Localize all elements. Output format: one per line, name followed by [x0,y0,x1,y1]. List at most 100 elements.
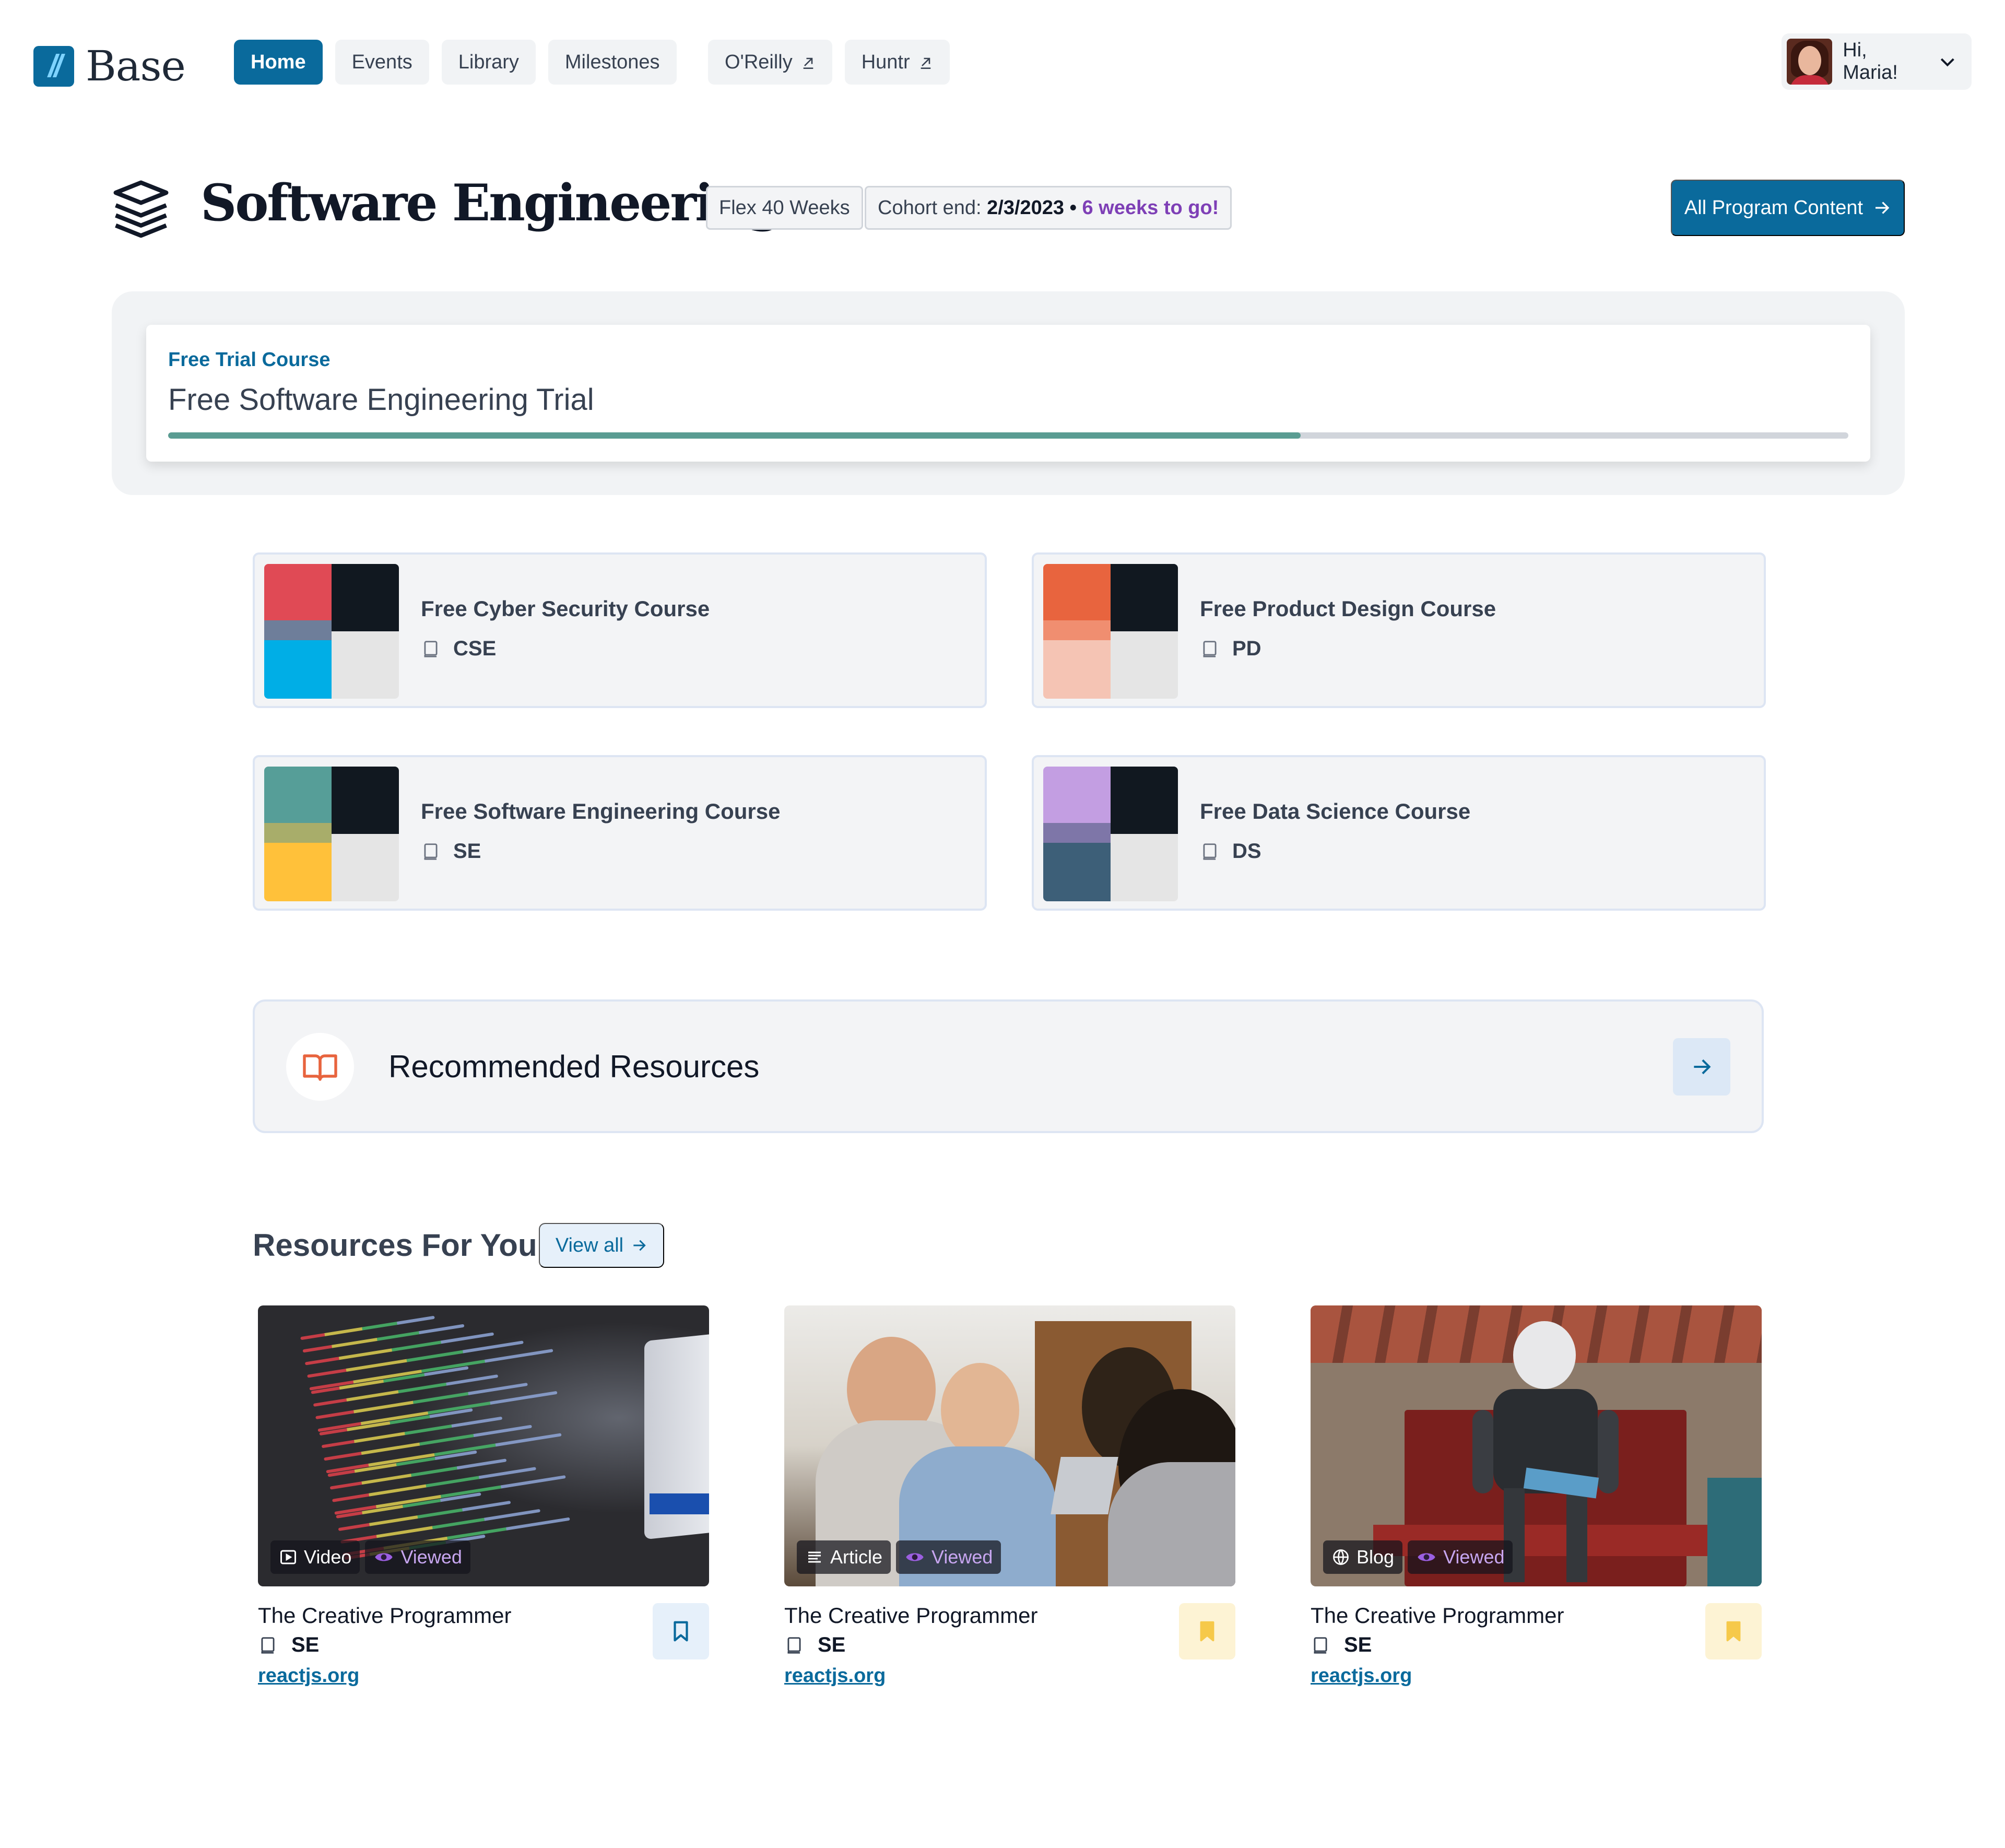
resource-card[interactable]: Blog Viewed The Creative Programmer SE r… [1311,1305,1762,1702]
resource-link[interactable]: reactjs.org [784,1665,886,1687]
resource-code: SE [1344,1633,1372,1656]
resource-badges: Article Viewed [797,1540,1001,1574]
resource-type-label: Video [304,1546,352,1568]
resource-badges: Video Viewed [270,1540,470,1574]
cohort-separator: • [1064,196,1082,219]
bookmark-button[interactable] [1179,1603,1235,1659]
top-nav: // Base Home Events Library Milestones O… [0,0,2005,125]
view-all-button[interactable]: View all [539,1223,664,1268]
bookmark-icon [1721,1619,1745,1643]
trial-panel: Free Trial Course Free Software Engineer… [112,291,1905,495]
resource-link[interactable]: reactjs.org [258,1665,359,1687]
resource-title[interactable]: The Creative Programmer [258,1603,511,1628]
nav-milestones[interactable]: Milestones [548,40,677,85]
resource-title[interactable]: The Creative Programmer [1311,1603,1564,1628]
nav-oreilly-link[interactable]: O'Reilly [708,40,832,85]
book-icon [1203,843,1217,860]
bookmark-button[interactable] [1705,1603,1762,1659]
cohort-prefix: Cohort end: [878,196,987,219]
open-book-icon [303,1054,337,1081]
viewed-badge: Viewed [1408,1540,1513,1574]
resource-meta: SE [258,1633,319,1657]
external-link-icon [803,57,813,69]
course-meta: PD [1200,637,1261,661]
course-thumbnail [1043,767,1178,901]
book-icon [787,1637,801,1654]
book-icon [261,1637,275,1654]
trial-progress-bar [168,432,1848,439]
nav-events[interactable]: Events [335,40,429,85]
eye-icon [373,1547,394,1568]
course-thumbnail [1043,564,1178,699]
external-link-icon [921,57,930,69]
eye-icon [904,1547,925,1568]
book-icon [1203,640,1217,657]
resource-meta: SE [1311,1633,1372,1657]
eye-icon [1416,1547,1437,1568]
user-greeting: Hi, Maria! [1843,39,1898,84]
resource-badges: Blog Viewed [1323,1540,1513,1574]
book-icon [424,843,438,860]
logo-mark-icon: // [33,45,74,87]
recommended-arrow-button[interactable] [1673,1038,1730,1096]
logo-text: Base [86,42,186,90]
course-card[interactable]: Free Software Engineering Course SE [253,755,987,911]
bookmark-icon [669,1619,693,1643]
course-thumbnail [264,564,399,699]
page-title: Software Engineering [200,173,782,232]
viewed-badge: Viewed [896,1540,1001,1574]
all-program-content-button[interactable]: All Program Content [1671,180,1905,236]
avatar [1787,39,1833,85]
nav-oreilly-label: O'Reilly [725,51,793,73]
trial-course-card[interactable]: Free Trial Course Free Software Engineer… [146,325,1870,462]
resource-type-badge: Article [797,1540,891,1574]
brand-logo[interactable]: // Base [33,42,186,90]
chevron-down-icon [1941,58,1955,67]
resource-link[interactable]: reactjs.org [1311,1665,1412,1687]
cohort-remaining: 6 weeks to go! [1082,196,1219,219]
bookmark-button[interactable] [653,1603,709,1659]
course-code: DS [1232,840,1261,863]
nav-huntr-link[interactable]: Huntr [844,40,950,85]
resource-image: Blog Viewed [1311,1305,1762,1586]
viewed-label: Viewed [931,1546,993,1568]
trial-progress-fill [168,432,1301,439]
viewed-label: Viewed [400,1546,462,1568]
resource-type-badge: Video [270,1540,360,1574]
course-card[interactable]: Free Data Science Course DS [1032,755,1766,911]
course-meta: CSE [421,637,496,661]
arrow-right-icon [633,1240,646,1251]
course-title: Free Software Engineering Course [421,799,781,823]
resource-type-badge: Blog [1323,1540,1403,1574]
nav-links: Home Events Library Milestones [234,40,677,85]
plan-tag: Flex 40 Weeks [706,186,863,230]
resource-type-label: Blog [1357,1546,1395,1568]
book-icon [424,640,438,657]
stack-layers-icon [113,180,169,238]
resource-card[interactable]: Article Viewed The Creative Programmer S… [784,1305,1235,1702]
resources-heading: Resources For You [253,1228,537,1263]
viewed-badge: Viewed [365,1540,470,1574]
resource-card[interactable]: Video Viewed The Creative Programmer SE … [258,1305,709,1702]
user-menu[interactable]: Hi, Maria! [1782,33,1972,90]
cohort-tag: Cohort end: 2/3/2023 • 6 weeks to go! [865,186,1232,230]
course-thumbnail [264,767,399,901]
course-card[interactable]: Free Cyber Security Course CSE [253,552,987,708]
nav-home[interactable]: Home [234,40,323,85]
cohort-date: 2/3/2023 [987,196,1065,219]
course-card[interactable]: Free Product Design Course PD [1032,552,1766,708]
recommended-title: Recommended Resources [388,1049,760,1084]
nav-library[interactable]: Library [441,40,536,85]
course-title: Free Cyber Security Course [421,596,710,621]
nav-huntr-label: Huntr [861,51,910,73]
resource-image: Video Viewed [258,1305,709,1586]
recommended-resources-card[interactable]: Recommended Resources [253,999,1764,1133]
arrow-right-icon [1694,1059,1711,1075]
course-meta: DS [1200,840,1261,863]
external-links: O'Reilly Huntr [708,40,950,85]
bookmark-icon [1195,1619,1219,1643]
article-lines-icon [805,1548,824,1567]
resource-meta: SE [784,1633,845,1657]
resource-image: Article Viewed [784,1305,1235,1586]
resource-title[interactable]: The Creative Programmer [784,1603,1037,1628]
